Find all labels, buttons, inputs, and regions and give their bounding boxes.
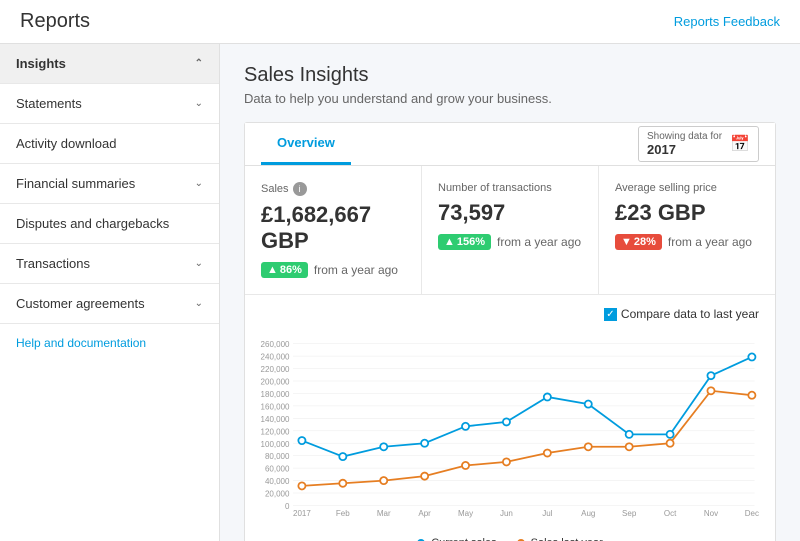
current-year-line	[302, 357, 752, 457]
sales-change-text: from a year ago	[314, 263, 398, 277]
svg-text:220,000: 220,000	[261, 365, 290, 374]
transactions-badge-value: 156%	[457, 236, 485, 248]
metric-avg-value: £23 GBP	[615, 200, 759, 226]
compare-label: Compare data to last year	[621, 307, 759, 321]
compare-checkbox[interactable]: ✓ Compare data to last year	[604, 307, 759, 321]
legend-current-label: Current sales	[431, 537, 496, 541]
sidebar-item-disputes[interactable]: Disputes and chargebacks	[0, 204, 219, 244]
svg-text:180,000: 180,000	[261, 390, 290, 399]
avg-badge-value: 28%	[634, 236, 656, 248]
metric-avg-label: Average selling price	[615, 182, 717, 194]
svg-text:May: May	[458, 509, 473, 518]
legend-current: Current sales	[417, 537, 496, 541]
sidebar-item-customer-label: Customer agreements	[16, 296, 145, 311]
metric-transactions-value: 73,597	[438, 200, 582, 226]
svg-text:60,000: 60,000	[265, 465, 290, 474]
sidebar-item-insights[interactable]: Insights ⌃	[0, 44, 219, 84]
svg-text:100,000: 100,000	[261, 440, 290, 449]
chevron-down-icon-3: ⌄	[195, 258, 203, 269]
help-documentation-link[interactable]: Help and documentation	[0, 324, 219, 362]
transactions-badge-arrow: ▲	[444, 236, 455, 248]
avg-change-badge: ▼ 28%	[615, 234, 662, 250]
chevron-up-icon: ⌃	[195, 58, 203, 69]
sidebar-item-insights-label: Insights	[16, 56, 66, 71]
svg-text:140,000: 140,000	[261, 415, 290, 424]
sidebar-item-statements[interactable]: Statements ⌄	[0, 84, 219, 124]
metric-transactions-label: Number of transactions	[438, 182, 552, 194]
svg-text:Sep: Sep	[622, 509, 637, 518]
content-title: Sales Insights	[244, 64, 776, 87]
svg-text:240,000: 240,000	[261, 353, 290, 362]
tab-overview[interactable]: Overview	[261, 123, 351, 165]
sidebar: Insights ⌃ Statements ⌄ Activity downloa…	[0, 44, 220, 541]
date-showing-label: Showing data for	[647, 131, 722, 142]
checkmark-icon: ✓	[606, 309, 614, 320]
calendar-icon[interactable]: 📅	[730, 134, 750, 154]
sidebar-item-transactions-label: Transactions	[16, 256, 90, 271]
avg-badge-arrow: ▼	[621, 236, 632, 248]
svg-text:260,000: 260,000	[261, 340, 290, 349]
legend-last-year: Sales last year	[517, 537, 603, 541]
metric-avg-price: Average selling price £23 GBP ▼ 28% from…	[599, 166, 775, 294]
svg-text:Aug: Aug	[581, 509, 595, 518]
svg-text:Feb: Feb	[336, 509, 350, 518]
svg-text:200,000: 200,000	[261, 378, 290, 387]
transactions-change-text: from a year ago	[497, 235, 581, 249]
chevron-down-icon-2: ⌄	[195, 178, 203, 189]
reports-feedback-link[interactable]: Reports Feedback	[674, 14, 780, 29]
info-icon[interactable]: i	[293, 182, 307, 196]
sales-badge-arrow: ▲	[267, 264, 278, 276]
svg-text:Jul: Jul	[542, 509, 552, 518]
sales-change-badge: ▲ 86%	[261, 262, 308, 278]
svg-text:40,000: 40,000	[265, 477, 290, 486]
svg-text:Dec: Dec	[745, 509, 759, 518]
sidebar-item-activity-download[interactable]: Activity download	[0, 124, 219, 164]
sidebar-item-transactions[interactable]: Transactions ⌄	[0, 244, 219, 284]
svg-text:Apr: Apr	[418, 509, 431, 518]
svg-text:Jun: Jun	[500, 509, 513, 518]
svg-text:20,000: 20,000	[265, 490, 290, 499]
line-chart: 260,000 240,000 220,000 200,000 180,000 …	[261, 329, 759, 529]
sidebar-item-financial-summaries[interactable]: Financial summaries ⌄	[0, 164, 219, 204]
avg-change-text: from a year ago	[668, 235, 752, 249]
page-title: Reports	[20, 10, 90, 33]
sidebar-item-statements-label: Statements	[16, 96, 82, 111]
sidebar-item-activity-label: Activity download	[16, 136, 116, 151]
chart-wrapper: 260,000 240,000 220,000 200,000 180,000 …	[261, 329, 759, 529]
metric-sales-label: Sales	[261, 183, 289, 195]
main-content: Sales Insights Data to help you understa…	[220, 44, 800, 541]
svg-text:0: 0	[285, 502, 290, 511]
chart-area: ✓ Compare data to last year 260,000 240,…	[245, 295, 775, 541]
content-subtitle: Data to help you understand and grow you…	[244, 91, 776, 106]
svg-text:Nov: Nov	[704, 509, 718, 518]
svg-text:Oct: Oct	[664, 509, 677, 518]
sidebar-item-customer-agreements[interactable]: Customer agreements ⌄	[0, 284, 219, 324]
overview-card: Overview Showing data for 2017 📅	[244, 122, 776, 541]
chart-legend: Current sales Sales last year	[261, 537, 759, 541]
sales-badge-value: 86%	[280, 264, 302, 276]
metric-sales: Sales i £1,682,667 GBP ▲ 86% from a year…	[245, 166, 422, 294]
legend-last-year-label: Sales last year	[531, 537, 603, 541]
date-value: 2017	[647, 142, 722, 157]
tab-bar: Overview Showing data for 2017 📅	[245, 123, 775, 166]
sidebar-item-disputes-label: Disputes and chargebacks	[16, 216, 169, 231]
svg-text:Mar: Mar	[377, 509, 391, 518]
last-year-line	[302, 391, 752, 486]
svg-text:2017: 2017	[293, 509, 311, 518]
svg-text:80,000: 80,000	[265, 452, 290, 461]
date-widget[interactable]: Showing data for 2017 📅	[638, 126, 759, 162]
chevron-down-icon-4: ⌄	[195, 298, 203, 309]
transactions-change-badge: ▲ 156%	[438, 234, 491, 250]
chevron-down-icon: ⌄	[195, 98, 203, 109]
metric-transactions: Number of transactions 73,597 ▲ 156% fro…	[422, 166, 599, 294]
svg-text:160,000: 160,000	[261, 402, 290, 411]
svg-text:120,000: 120,000	[261, 427, 290, 436]
metrics-row: Sales i £1,682,667 GBP ▲ 86% from a year…	[245, 166, 775, 295]
sidebar-item-financial-label: Financial summaries	[16, 176, 135, 191]
metric-sales-value: £1,682,667 GBP	[261, 202, 405, 254]
